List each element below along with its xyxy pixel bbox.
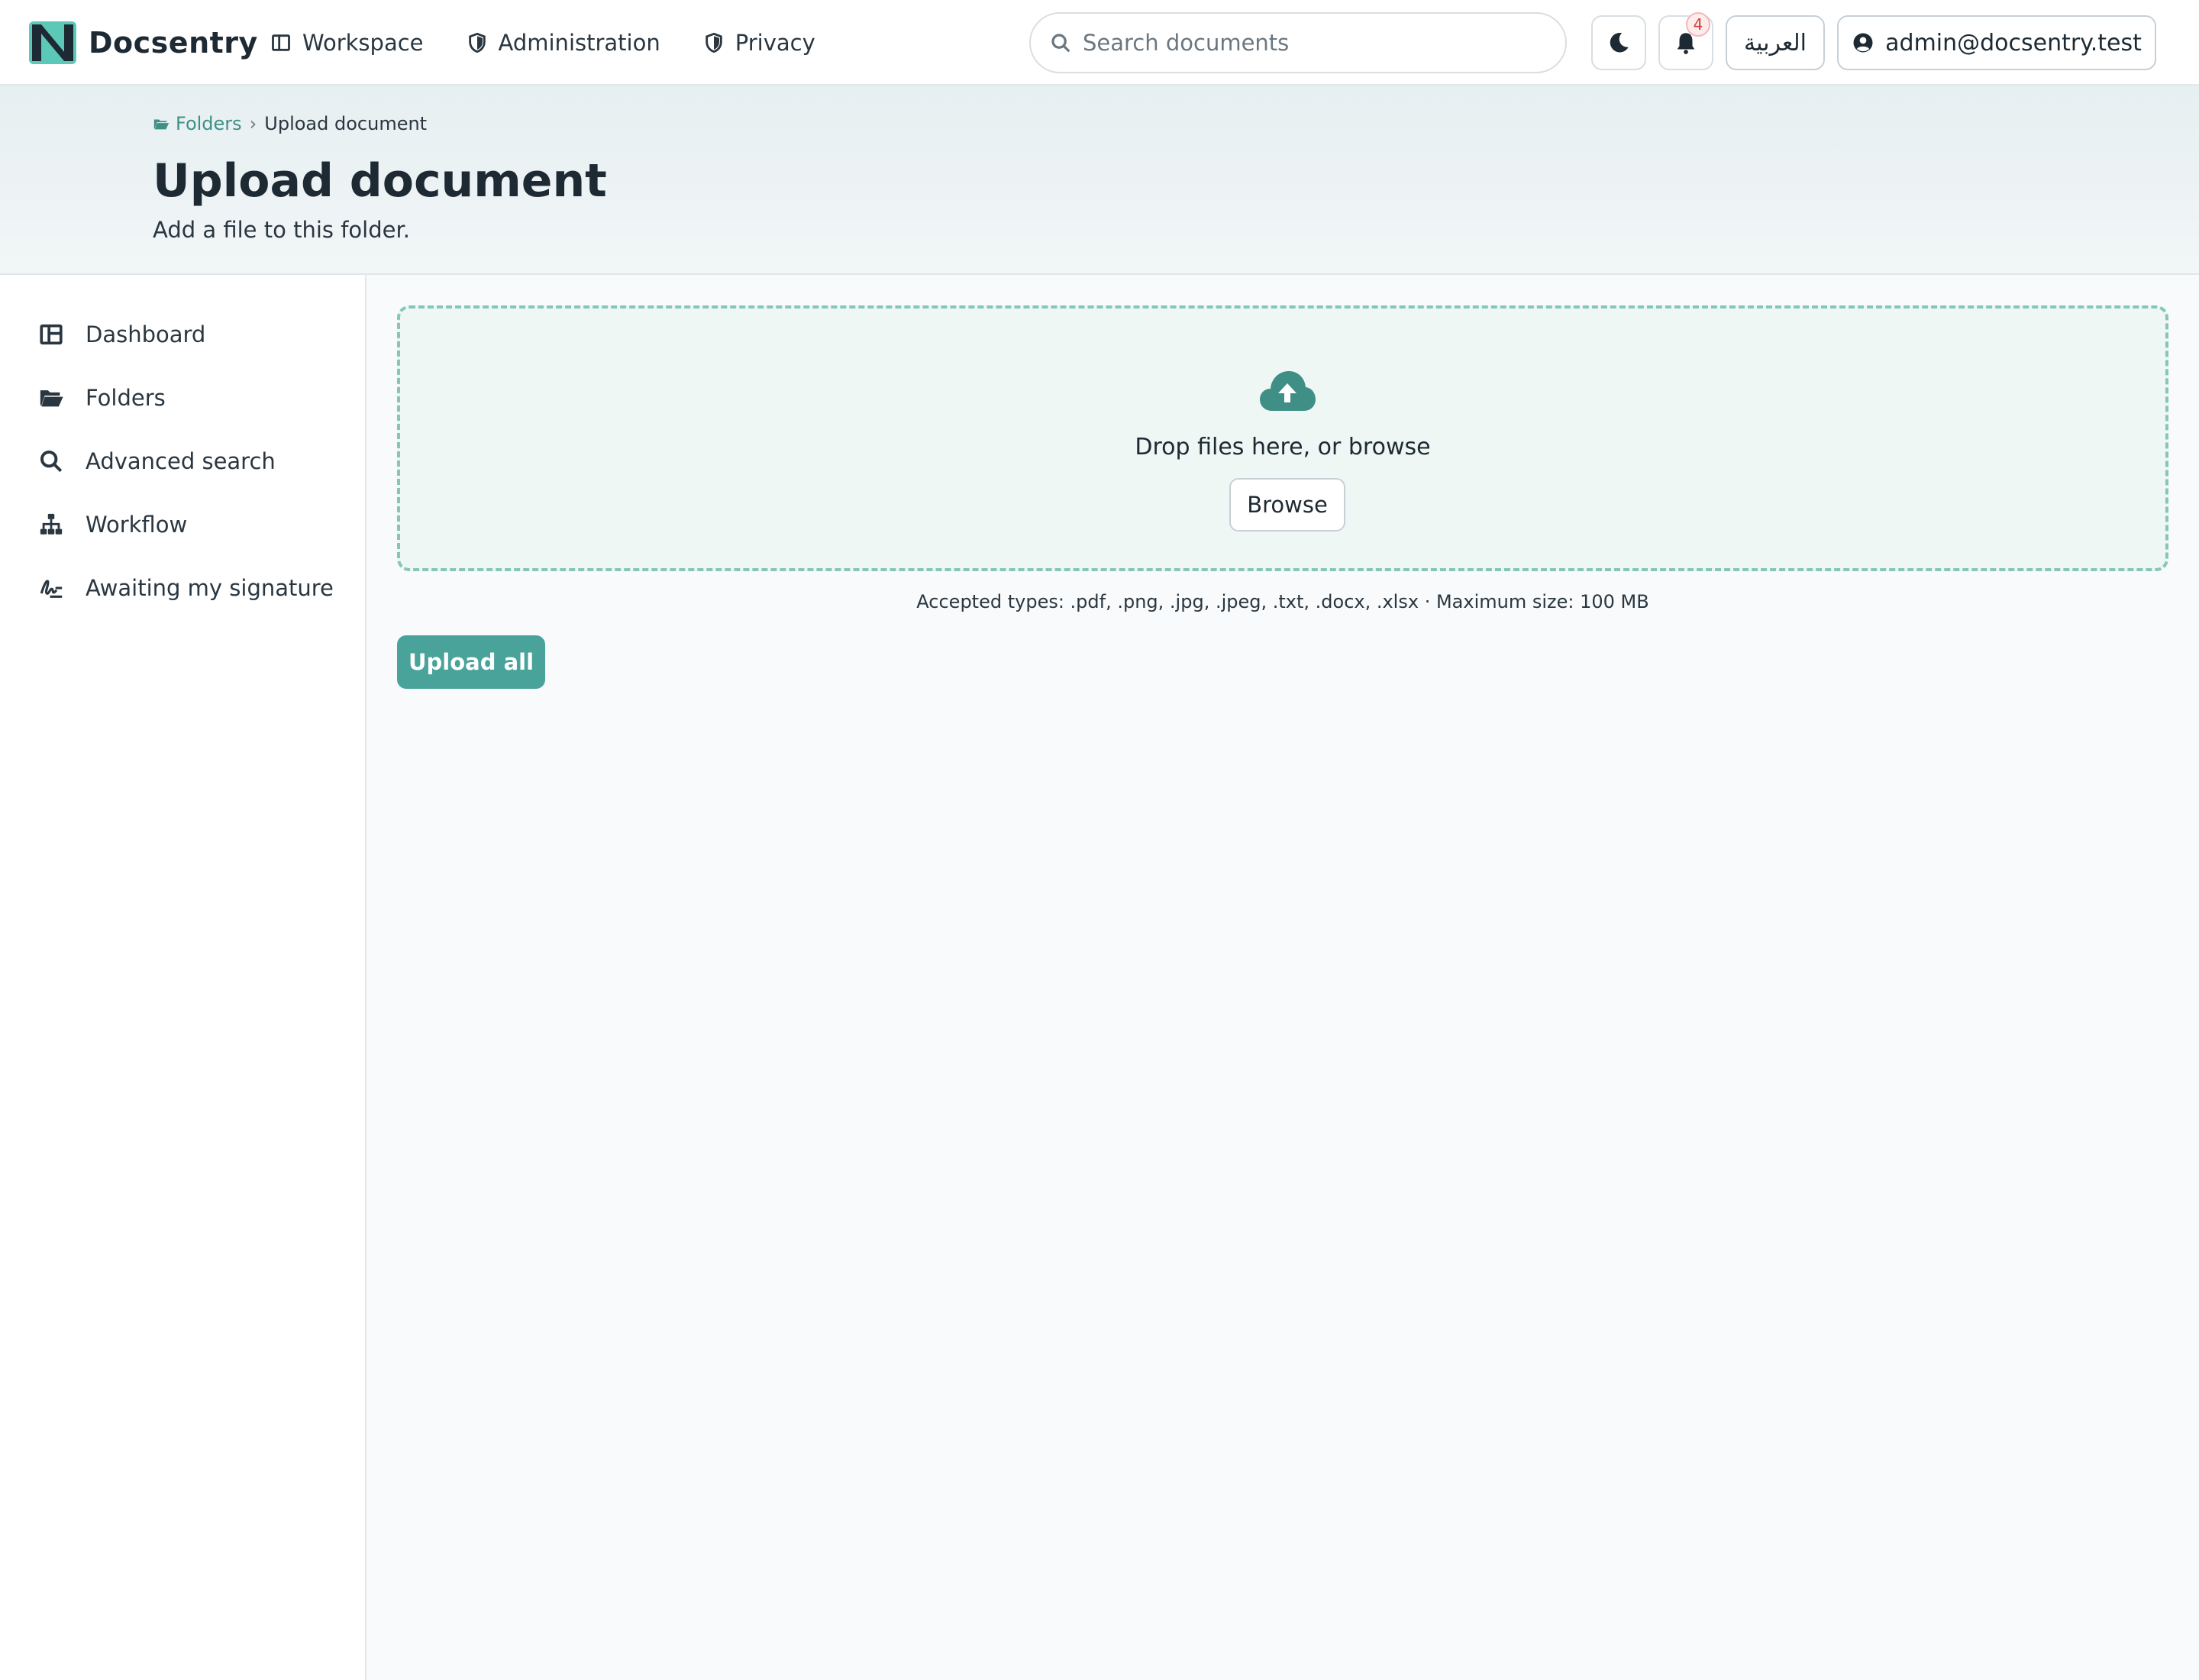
search-input[interactable]	[1083, 30, 1541, 56]
dropzone-text: Drop files here, or browse	[1135, 434, 1431, 460]
shield-icon	[468, 32, 486, 53]
user-circle-icon	[1853, 33, 1873, 53]
sidebar-item-awaiting-signature[interactable]: Awaiting my signature	[0, 556, 365, 619]
docsentry-logo-icon	[29, 21, 76, 64]
sidebar-item-label: Awaiting my signature	[86, 574, 334, 601]
notification-count-badge: 4	[1686, 12, 1710, 37]
browse-button[interactable]: Browse	[1229, 478, 1345, 531]
main-nav: Workspace Administration Privacy	[270, 23, 815, 63]
page-title: Upload document	[153, 154, 607, 208]
theme-toggle-button[interactable]	[1591, 15, 1646, 70]
sidebar-item-dashboard[interactable]: Dashboard	[0, 302, 365, 366]
sidebar-item-label: Advanced search	[86, 447, 276, 474]
signature-icon	[40, 579, 63, 598]
nav-administration-label: Administration	[498, 30, 660, 56]
moon-icon	[1610, 32, 1629, 53]
top-navbar: Docsentry Workspace Administration Priva…	[0, 0, 2199, 86]
upload-all-button[interactable]: Upload all	[397, 635, 545, 689]
user-email: admin@docsentry.test	[1885, 29, 2142, 57]
sidebar-item-folders[interactable]: Folders	[0, 366, 365, 429]
page-header: Folders › Upload document Upload documen…	[0, 86, 2199, 275]
dashboard-icon	[40, 324, 63, 344]
nav-privacy-label: Privacy	[735, 30, 815, 56]
brand-link[interactable]: Docsentry	[29, 20, 258, 66]
brand-name: Docsentry	[89, 26, 258, 60]
nav-administration[interactable]: Administration	[467, 23, 660, 63]
search-icon	[1051, 34, 1070, 53]
file-dropzone[interactable]: Drop files here, or browse Browse	[397, 305, 2168, 571]
sidebar: Dashboard Folders Advanced search Workfl…	[0, 275, 366, 1680]
nav-privacy[interactable]: Privacy	[703, 23, 815, 63]
sidebar-item-label: Dashboard	[86, 321, 206, 347]
accepted-types-text: Accepted types: .pdf, .png, .jpg, .jpeg,…	[916, 591, 1649, 612]
search-box[interactable]	[1029, 12, 1567, 73]
folder-icon	[40, 389, 63, 406]
sidebar-item-workflow[interactable]: Workflow	[0, 493, 365, 556]
notifications-button[interactable]: 4	[1658, 12, 1713, 70]
sidebar-item-label: Workflow	[86, 511, 188, 538]
sidebar-item-advanced-search[interactable]: Advanced search	[0, 429, 365, 493]
sidebar-item-label: Folders	[86, 384, 166, 411]
breadcrumb-folders-link[interactable]: Folders	[153, 113, 242, 134]
breadcrumb-folders-label: Folders	[176, 113, 242, 134]
search-icon	[40, 450, 63, 472]
folder-open-icon	[153, 119, 170, 130]
breadcrumb: Folders › Upload document	[153, 113, 427, 134]
user-menu-button[interactable]: admin@docsentry.test	[1837, 15, 2156, 70]
cloud-upload-icon	[1260, 371, 1316, 411]
breadcrumb-current: Upload document	[264, 113, 428, 134]
sitemap-icon	[40, 513, 63, 535]
columns-icon	[272, 34, 290, 51]
page-subtitle: Add a file to this folder.	[153, 217, 410, 243]
language-switch-button[interactable]: العربية	[1726, 15, 1825, 70]
nav-workspace-label: Workspace	[302, 30, 424, 56]
breadcrumb-separator: ›	[249, 113, 257, 134]
shield-icon	[706, 32, 722, 53]
nav-workspace[interactable]: Workspace	[270, 23, 424, 63]
